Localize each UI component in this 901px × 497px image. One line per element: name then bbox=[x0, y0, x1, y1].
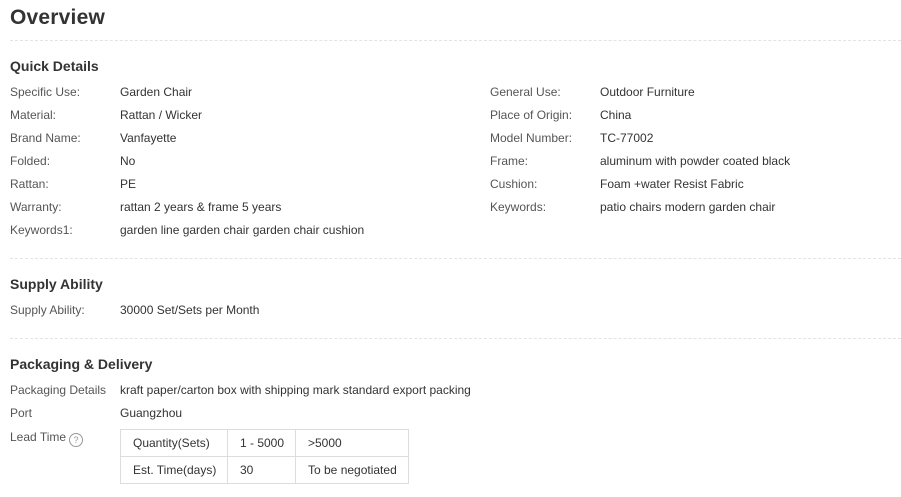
spec-label: Brand Name: bbox=[10, 131, 81, 145]
divider bbox=[10, 338, 901, 339]
spec-label: Place of Origin: bbox=[490, 108, 573, 122]
spec-label: Keywords1: bbox=[10, 223, 73, 237]
table-cell: 1 - 5000 bbox=[227, 429, 296, 457]
spec-label: Model Number: bbox=[490, 131, 573, 145]
spec-value: China bbox=[600, 108, 632, 122]
spec-value: Rattan / Wicker bbox=[120, 108, 203, 122]
spec-label: General Use: bbox=[490, 85, 561, 99]
table-cell: Est. Time(days) bbox=[120, 456, 228, 484]
table-cell: 30 bbox=[227, 456, 296, 484]
table-cell: To be negotiated bbox=[295, 456, 409, 484]
table-row: Est. Time(days) 30 To be negotiated bbox=[120, 456, 409, 484]
spec-label: Rattan: bbox=[10, 177, 49, 191]
lead-time-table: Quantity(Sets) 1 - 5000 >5000 Est. Time(… bbox=[120, 429, 409, 484]
port-label: Port bbox=[10, 406, 33, 420]
table-cell: Quantity(Sets) bbox=[120, 429, 228, 457]
spec-value: TC-77002 bbox=[600, 131, 654, 145]
supply-ability-value: 30000 Set/Sets per Month bbox=[120, 303, 260, 317]
spec-value: garden line garden chair garden chair cu… bbox=[120, 223, 365, 237]
spec-value: rattan 2 years & frame 5 years bbox=[120, 200, 282, 214]
lead-time-label-row: Lead Time? bbox=[10, 430, 84, 447]
spec-value: Outdoor Furniture bbox=[600, 85, 695, 99]
table-cell: >5000 bbox=[295, 429, 409, 457]
spec-label: Frame: bbox=[490, 154, 529, 168]
supply-ability-heading: Supply Ability bbox=[10, 276, 103, 292]
spec-value: PE bbox=[120, 177, 137, 191]
spec-label: Cushion: bbox=[490, 177, 538, 191]
spec-value: patio chairs modern garden chair bbox=[600, 200, 776, 214]
spec-value: No bbox=[120, 154, 136, 168]
packaging-heading: Packaging & Delivery bbox=[10, 356, 153, 372]
divider bbox=[10, 258, 901, 259]
spec-value: Garden Chair bbox=[120, 85, 193, 99]
help-icon[interactable]: ? bbox=[69, 433, 84, 447]
spec-label: Warranty: bbox=[10, 200, 62, 214]
port-value: Guangzhou bbox=[120, 406, 183, 420]
spec-label: Material: bbox=[10, 108, 57, 122]
spec-value: Foam +water Resist Fabric bbox=[600, 177, 744, 191]
packaging-details-value: kraft paper/carton box with shipping mar… bbox=[120, 383, 471, 397]
spec-value: Vanfayette bbox=[120, 131, 177, 145]
packaging-details-label: Packaging Details bbox=[10, 383, 107, 397]
supply-ability-label: Supply Ability: bbox=[10, 303, 85, 317]
lead-time-label: Lead Time bbox=[10, 430, 67, 444]
spec-label: Keywords: bbox=[490, 200, 547, 214]
quick-details-heading: Quick Details bbox=[10, 58, 99, 74]
spec-label: Folded: bbox=[10, 154, 51, 168]
table-row: Quantity(Sets) 1 - 5000 >5000 bbox=[120, 429, 409, 457]
page-title: Overview bbox=[10, 6, 105, 29]
spec-label: Specific Use: bbox=[10, 85, 81, 99]
divider bbox=[10, 40, 901, 41]
spec-value: aluminum with powder coated black bbox=[600, 154, 791, 168]
